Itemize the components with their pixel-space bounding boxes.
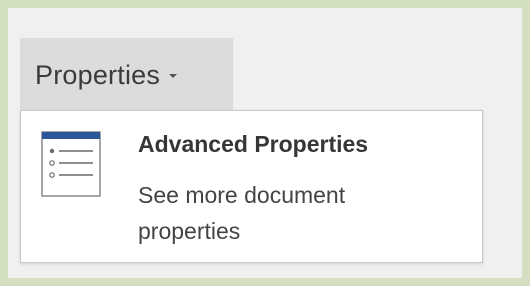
menu-item-description: See more document properties	[138, 182, 346, 244]
menu-item-advanced-properties[interactable]: Advanced Properties See more document pr…	[21, 111, 482, 262]
menu-item-title: Advanced Properties	[138, 131, 369, 157]
properties-button-label: Properties	[35, 59, 161, 90]
properties-dropdown-button[interactable]: Properties	[20, 38, 233, 112]
list-document-icon	[41, 131, 101, 197]
properties-dropdown-menu: Advanced Properties See more document pr…	[20, 110, 483, 263]
chevron-down-icon	[169, 74, 178, 78]
